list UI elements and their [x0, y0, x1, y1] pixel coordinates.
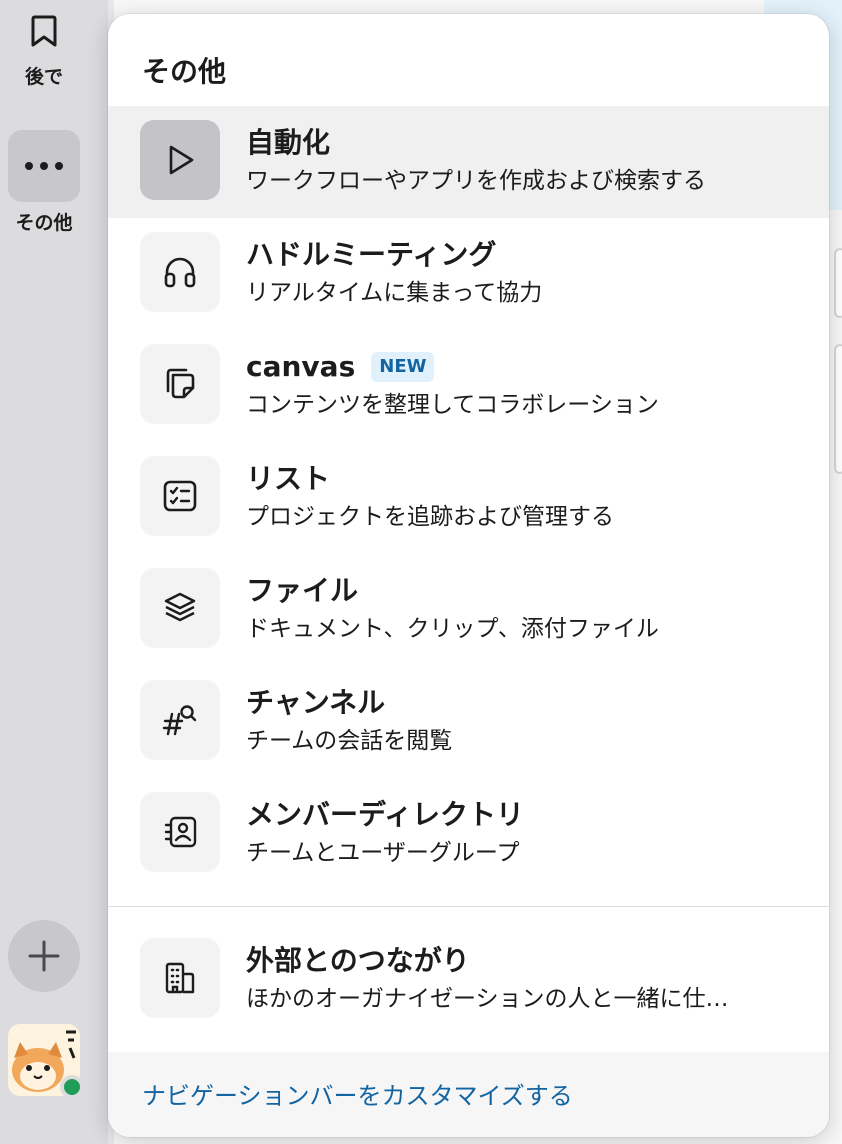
menu-item-canvas[interactable]: canvas NEW コンテンツを整理してコラボレーション — [108, 330, 829, 442]
checklist-icon — [140, 456, 220, 536]
menu-footer: ナビゲーションバーをカスタマイズする — [108, 1052, 829, 1137]
headphones-icon — [140, 232, 220, 312]
menu-item-title-row: canvas NEW — [246, 348, 799, 386]
menu-item-automation[interactable]: 自動化 ワークフローやアプリを作成および検索する — [108, 106, 829, 218]
customize-navigation-link[interactable]: ナビゲーションバーをカスタマイズする — [142, 1076, 573, 1111]
menu-item-huddles[interactable]: ハドルミーティング リアルタイムに集まって協力 — [108, 218, 829, 330]
rail-item-more[interactable]: その他 — [8, 130, 80, 235]
menu-item-title: 自動化 — [246, 126, 331, 159]
menu-item-title: 外部とのつながり — [246, 944, 470, 977]
menu-item-subtitle: チームとユーザーグループ — [246, 840, 520, 866]
play-icon — [140, 120, 220, 200]
menu-item-lists[interactable]: リスト プロジェクトを追跡および管理する — [108, 442, 829, 554]
channel-search-icon — [140, 680, 220, 760]
menu-item-subtitle: コンテンツを整理してコラボレーション — [246, 392, 659, 418]
background-control — [834, 344, 842, 474]
menu-item-subtitle: ほかのオーガナイゼーションの人と一緒に仕… — [246, 986, 729, 1012]
menu-item-subtitle: ドキュメント、クリップ、添付ファイル — [246, 616, 659, 642]
menu-item-title: ファイル — [246, 574, 359, 607]
rail-item-label: 後で — [24, 66, 63, 88]
menu-item-subtitle: プロジェクトを追跡および管理する — [246, 504, 614, 530]
rail-item-label: その他 — [15, 212, 73, 234]
presence-indicator — [60, 1075, 84, 1099]
menu-item-subtitle: チームの会話を閲覧 — [246, 728, 453, 754]
menu-item-title: リスト — [246, 462, 331, 495]
new-badge: NEW — [371, 352, 435, 382]
background-control — [834, 248, 842, 318]
left-rail: 後で その他 — [0, 0, 108, 1144]
more-menu-popover: その他 自動化 ワークフローやアプリを作成および検索する ハドルミーティング リ… — [108, 14, 829, 1137]
canvas-icon — [140, 344, 220, 424]
menu-item-member-directory[interactable]: メンバーディレクトリ チームとユーザーグループ — [108, 778, 829, 890]
menu-item-title: ハドルミーティング — [246, 238, 497, 271]
menu-item-title: チャンネル — [246, 686, 386, 719]
divider — [108, 906, 829, 907]
menu-item-external-connections[interactable]: 外部とのつながり ほかのオーガナイゼーションの人と一緒に仕… — [108, 924, 829, 1036]
plus-icon — [28, 940, 60, 972]
menu-item-subtitle: ワークフローやアプリを作成および検索する — [246, 168, 706, 194]
building-icon — [140, 938, 220, 1018]
menu-item-channels[interactable]: チャンネル チームの会話を閲覧 — [108, 666, 829, 778]
rail-item-later[interactable]: 後で — [8, 6, 80, 89]
contact-book-icon — [140, 792, 220, 872]
menu-item-title: canvas — [246, 350, 356, 383]
ellipsis-icon — [8, 130, 80, 202]
menu-title: その他 — [142, 55, 227, 88]
menu-item-subtitle: リアルタイムに集まって協力 — [246, 280, 543, 306]
bookmark-icon — [8, 6, 80, 56]
menu-item-title: メンバーディレクトリ — [246, 798, 525, 831]
layers-icon — [140, 568, 220, 648]
app-window: 後で その他 その他 自動化 ワークフローやアプリを作成および検索する ハドルミ… — [0, 0, 842, 1144]
menu-item-files[interactable]: ファイル ドキュメント、クリップ、添付ファイル — [108, 554, 829, 666]
add-workspace-button[interactable] — [8, 920, 80, 992]
